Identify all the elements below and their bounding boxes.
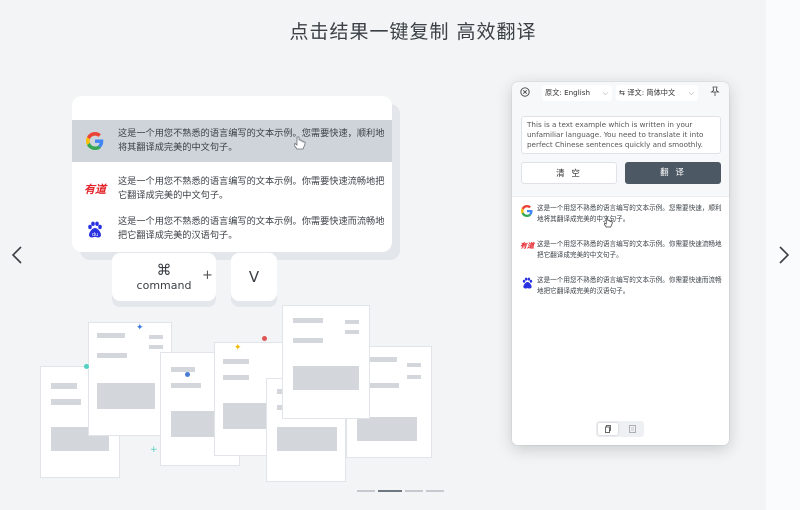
- illustration-result-text: 这是一个用您不熟悉的语言编写的文本示例。你需要快速流畅地把它翻译成完美的中文句子…: [118, 176, 385, 201]
- pager-dot[interactable]: [405, 490, 423, 492]
- decor-dot: [185, 372, 190, 377]
- result-baidu[interactable]: 这是一个用您不熟悉的语言编写的文本示例。你需要快速而流畅地把它翻译成完美的汉语句…: [517, 275, 725, 297]
- next-slide-button[interactable]: [773, 244, 793, 266]
- google-icon: [521, 205, 533, 217]
- result-text: 这是一个用您不熟悉的语言编写的文本示例。你需要快速而流畅地把它翻译成完美的汉语句…: [537, 276, 722, 295]
- list-mode-button[interactable]: [622, 423, 642, 435]
- illustration-result-text: 这是一个用您不熟悉的语言编写的文本示例。你需要快速而流畅地把它翻译成完美的汉语句…: [118, 216, 385, 241]
- illustration-results-card: 这是一个用您不熟悉的语言编写的文本示例。您需要快速，顺利地将其翻译成完美的中文句…: [72, 96, 392, 252]
- chevron-down-icon: ⌵: [602, 89, 608, 97]
- illustration-result-youdao: 有道 这是一个用您不熟悉的语言编写的文本示例。你需要快速流畅地把它翻译成完美的中…: [72, 168, 392, 210]
- pager-dot[interactable]: [426, 490, 444, 492]
- app-topbar: 原文: English ⌵ ⇆ 译文: 简体中文 ⌵: [512, 82, 729, 102]
- chevron-down-icon: ⌵: [688, 89, 694, 97]
- illustration-result-text: 这是一个用您不熟悉的语言编写的文本示例。您需要快速，顺利地将其翻译成完美的中文句…: [118, 128, 385, 153]
- source-language-value: 原文: English: [545, 88, 591, 97]
- v-key: V: [231, 253, 277, 301]
- view-mode-toggle: [596, 421, 644, 437]
- swap-languages-icon[interactable]: ⇆: [619, 88, 625, 97]
- close-icon[interactable]: [520, 87, 530, 97]
- google-icon: [86, 132, 104, 150]
- baidu-icon: du: [88, 221, 102, 238]
- result-text: 这是一个用您不熟悉的语言编写的文本示例。你需要快速流畅地把它翻译成完美的中文句子…: [537, 240, 722, 259]
- youdao-icon: 有道: [520, 242, 534, 250]
- decor-dot: [84, 364, 89, 369]
- result-youdao[interactable]: 有道 这是一个用您不熟悉的语言编写的文本示例。你需要快速流畅地把它翻译成完美的中…: [517, 239, 725, 261]
- target-language-select[interactable]: ⇆ 译文: 简体中文 ⌵: [616, 85, 698, 101]
- source-language-select[interactable]: 原文: English ⌵: [542, 85, 612, 101]
- decor-dot: [262, 336, 267, 341]
- target-language-value: 译文: 简体中文: [627, 88, 676, 97]
- translator-app-window: 原文: English ⌵ ⇆ 译文: 简体中文 ⌵ This is a tex…: [512, 82, 729, 445]
- command-key: ⌘ command: [112, 253, 216, 301]
- chevron-right-icon: [779, 246, 790, 264]
- illustration-result-baidu: du 这是一个用您不熟悉的语言编写的文本示例。你需要快速而流畅地把它翻译成完美的…: [72, 208, 392, 250]
- illustration-result-google: 这是一个用您不熟悉的语言编写的文本示例。您需要快速，顺利地将其翻译成完美的中文句…: [72, 120, 392, 162]
- source-text-input[interactable]: This is a text example which is written …: [521, 116, 721, 154]
- copy-mode-button[interactable]: [598, 423, 618, 435]
- result-google[interactable]: 这是一个用您不熟悉的语言编写的文本示例。您需要快速，顺利地将其翻译成完美的中文句…: [517, 203, 725, 225]
- paper-sheet: [282, 305, 370, 419]
- command-key-label: command: [136, 279, 192, 292]
- copy-icon: [604, 425, 611, 433]
- slide-pager: [357, 490, 444, 492]
- pager-dot-active[interactable]: [378, 490, 402, 492]
- baidu-icon: [522, 277, 532, 289]
- pointer-cursor-icon: [604, 217, 613, 228]
- pin-icon[interactable]: [710, 86, 720, 97]
- document-icon: [628, 425, 636, 433]
- translate-button[interactable]: 翻 译: [625, 162, 721, 184]
- pointer-cursor-icon: [294, 136, 306, 150]
- clear-button[interactable]: 清 空: [521, 162, 617, 184]
- plus-sign: +: [202, 268, 213, 283]
- svg-text:du: du: [92, 232, 98, 238]
- v-key-label: V: [248, 268, 260, 286]
- result-text: 这是一个用您不熟悉的语言编写的文本示例。您需要快速，顺利地将其翻译成完美的中文句…: [537, 204, 722, 223]
- youdao-icon: 有道: [84, 183, 106, 196]
- translation-results-panel: 这是一个用您不熟悉的语言编写的文本示例。您需要快速，顺利地将其翻译成完美的中文句…: [512, 196, 729, 445]
- command-symbol: ⌘: [156, 261, 172, 279]
- prev-slide-button[interactable]: [8, 244, 28, 266]
- chevron-left-icon: [11, 246, 22, 264]
- pager-dot[interactable]: [357, 490, 375, 492]
- slide-headline: 点击结果一键复制 高效翻译: [289, 21, 537, 43]
- decor-star: ✦: [234, 343, 242, 353]
- decor-plus: +: [150, 445, 158, 455]
- decor-star: ✦: [136, 323, 144, 333]
